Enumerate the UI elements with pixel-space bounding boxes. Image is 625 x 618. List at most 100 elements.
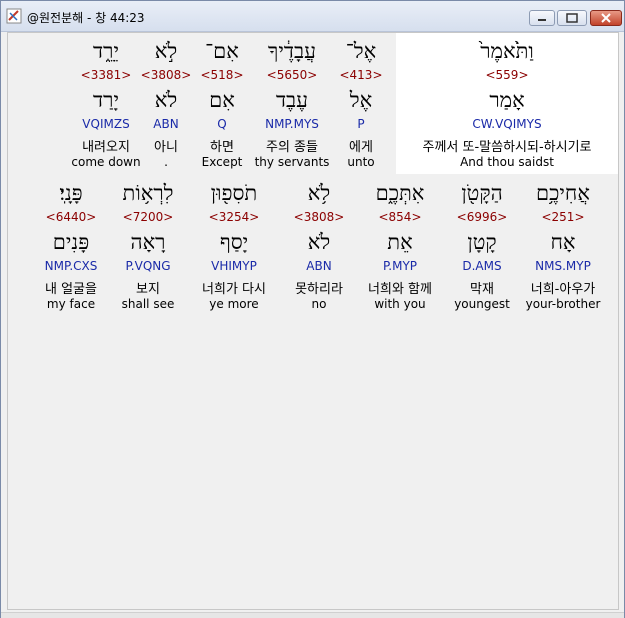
hebrew-word: אֶל־ [345, 39, 377, 63]
korean-gloss: 에게 [349, 140, 373, 155]
word-card[interactable]: אֶל־ <413> אֶל P 에게 unto [334, 39, 388, 175]
english-gloss: no [311, 297, 327, 311]
strong-number: <251> [541, 210, 585, 224]
word-card[interactable]: לֹ֣א <3808> לֹא ABN 아니 . [138, 39, 194, 175]
minimize-icon [538, 19, 546, 21]
english-gloss: And thou saidst [460, 155, 554, 169]
korean-gloss: 아니 [154, 140, 178, 155]
word-card[interactable]: אֲחִיכֶ֥ם <251> אָח NMS.MYP 너희-아우가 your-… [522, 181, 604, 317]
english-gloss: with you [374, 297, 426, 311]
morphology-code: ABN [153, 117, 179, 131]
hebrew-lemma: לֹא [154, 88, 178, 112]
hebrew-lemma: אָח [550, 230, 576, 254]
strong-number: <7200> [122, 210, 174, 224]
morphology-code: Q [217, 117, 227, 131]
hebrew-lemma: יָרַד [93, 88, 119, 112]
english-gloss: . [164, 155, 168, 169]
hebrew-word: אֲחִיכֶ֥ם [536, 181, 590, 205]
hebrew-word: לִרְא֥וֹת [122, 181, 174, 205]
maximize-icon [566, 13, 578, 23]
hebrew-word: פָּנָֽי׃ [59, 181, 83, 205]
hebrew-lemma: פָּנִים [52, 230, 90, 254]
korean-gloss: 내 얼굴을 [45, 282, 97, 297]
hebrew-word: הַקָּטֹ֖ן [461, 181, 503, 205]
word-card[interactable]: תֹסִפ֖וּן <3254> יָסַף VHIMYP 너희가 다시 ye … [188, 181, 280, 317]
app-window: @원전분해 - 창 44:23 יֵרֵ֑ד <3381> יָרַד VQIM… [0, 0, 625, 618]
strong-number: <3254> [208, 210, 260, 224]
strong-number: <5650> [266, 68, 318, 82]
english-gloss: your-brother [525, 297, 601, 311]
window-bottom-border [1, 612, 624, 618]
english-gloss: come down [71, 155, 141, 169]
strong-number: <413> [339, 68, 383, 82]
word-card[interactable]: אִם־ <518> אִם Q 하면 Except [194, 39, 250, 175]
morphology-code: CW.VQIMYS [472, 117, 542, 131]
hebrew-lemma: קָטָן [467, 230, 497, 254]
window-title: @원전분해 - 창 44:23 [27, 11, 145, 25]
word-card[interactable]: לֹ֥א <3808> לֹא ABN 못하리라 no [280, 181, 358, 317]
morphology-code: NMP.CXS [44, 259, 98, 273]
analysis-panel: יֵרֵ֑ד <3381> יָרַד VQIMZS 내려오지 come dow… [7, 32, 619, 610]
morphology-code: P [357, 117, 365, 131]
minimize-button[interactable] [529, 10, 555, 26]
hebrew-word: אִם־ [205, 39, 239, 63]
morphology-code: VHIMYP [211, 259, 257, 273]
morphology-code: NMP.MYS [265, 117, 319, 131]
word-card-selected[interactable]: וַתֹּ֙אמֶר֙ <559> אָמַר CW.VQIMYS 주께서 또-… [396, 39, 618, 175]
strong-number: <3808> [293, 210, 345, 224]
korean-gloss: 하면 [210, 140, 234, 155]
hebrew-word: אִתְּכֶ֑ם [375, 181, 425, 205]
korean-gloss: 너희와 함께 [368, 282, 432, 297]
hebrew-lemma: רָאָה [130, 230, 166, 254]
hebrew-word: וַתֹּ֙אמֶר֙ [480, 39, 534, 63]
morphology-code: D.AMS [462, 259, 502, 273]
english-gloss: shall see [121, 297, 175, 311]
korean-gloss: 주께서 또-말씀하시되-하시기로 [422, 140, 592, 155]
hebrew-lemma: אֶל [349, 88, 373, 112]
hebrew-lemma: אִם [209, 88, 235, 112]
english-gloss: my face [46, 297, 96, 311]
korean-gloss: 내려오지 [82, 140, 130, 155]
english-gloss: Except [201, 155, 243, 169]
hebrew-word: לֹ֥א [307, 181, 331, 205]
maximize-button[interactable] [557, 10, 587, 26]
korean-gloss: 주의 종들 [266, 140, 318, 155]
morphology-code: NMS.MYP [535, 259, 591, 273]
word-card[interactable]: יֵרֵ֑ד <3381> יָרַד VQIMZS 내려오지 come dow… [64, 39, 148, 175]
morphology-code: P.MYP [382, 259, 418, 273]
strong-number: <3381> [80, 68, 132, 82]
hebrew-lemma: אָמַר [489, 88, 525, 112]
strong-number: <559> [485, 68, 529, 82]
hebrew-word: לֹ֣א [154, 39, 178, 63]
word-card[interactable]: אִתְּכֶ֑ם <854> אֵת P.MYP 너희와 함께 with yo… [358, 181, 442, 317]
word-card[interactable]: לִרְא֥וֹת <7200> רָאָה P.VQNG 보지 shall s… [108, 181, 188, 317]
close-icon [601, 13, 611, 23]
app-icon[interactable] [6, 8, 22, 24]
english-gloss: youngest [454, 297, 510, 311]
korean-gloss: 너희가 다시 [202, 282, 266, 297]
word-card[interactable]: הַקָּטֹ֖ן <6996> קָטָן D.AMS 막재 youngest [442, 181, 522, 317]
title-bar[interactable]: @원전분해 - 창 44:23 [1, 1, 624, 32]
morphology-code: VQIMZS [82, 117, 130, 131]
strong-number: <3808> [140, 68, 192, 82]
hebrew-lemma: עֶבֶד [275, 88, 309, 112]
hebrew-lemma: אֵת [387, 230, 413, 254]
strong-number: <6440> [45, 210, 97, 224]
english-gloss: thy servants [254, 155, 330, 169]
strong-number: <854> [378, 210, 422, 224]
hebrew-lemma: יָסַף [219, 230, 249, 254]
morphology-code: P.VQNG [125, 259, 171, 273]
english-gloss: ye more [209, 297, 259, 311]
korean-gloss: 보지 [136, 282, 160, 297]
morphology-code: ABN [306, 259, 332, 273]
close-button[interactable] [590, 10, 622, 26]
korean-gloss: 막재 [470, 282, 494, 297]
english-gloss: unto [347, 155, 375, 169]
strong-number: <6996> [456, 210, 508, 224]
korean-gloss: 못하리라 [295, 282, 343, 297]
hebrew-word: יֵרֵ֑ד [93, 39, 119, 63]
word-card[interactable]: פָּנָֽי׃ <6440> פָּנִים NMP.CXS 내 얼굴을 my… [34, 181, 108, 317]
strong-number: <518> [200, 68, 244, 82]
korean-gloss: 너희-아우가 [530, 282, 596, 297]
word-card[interactable]: עֲבָדֶ֔יךָ <5650> עֶבֶד NMP.MYS 주의 종들 th… [250, 39, 334, 175]
